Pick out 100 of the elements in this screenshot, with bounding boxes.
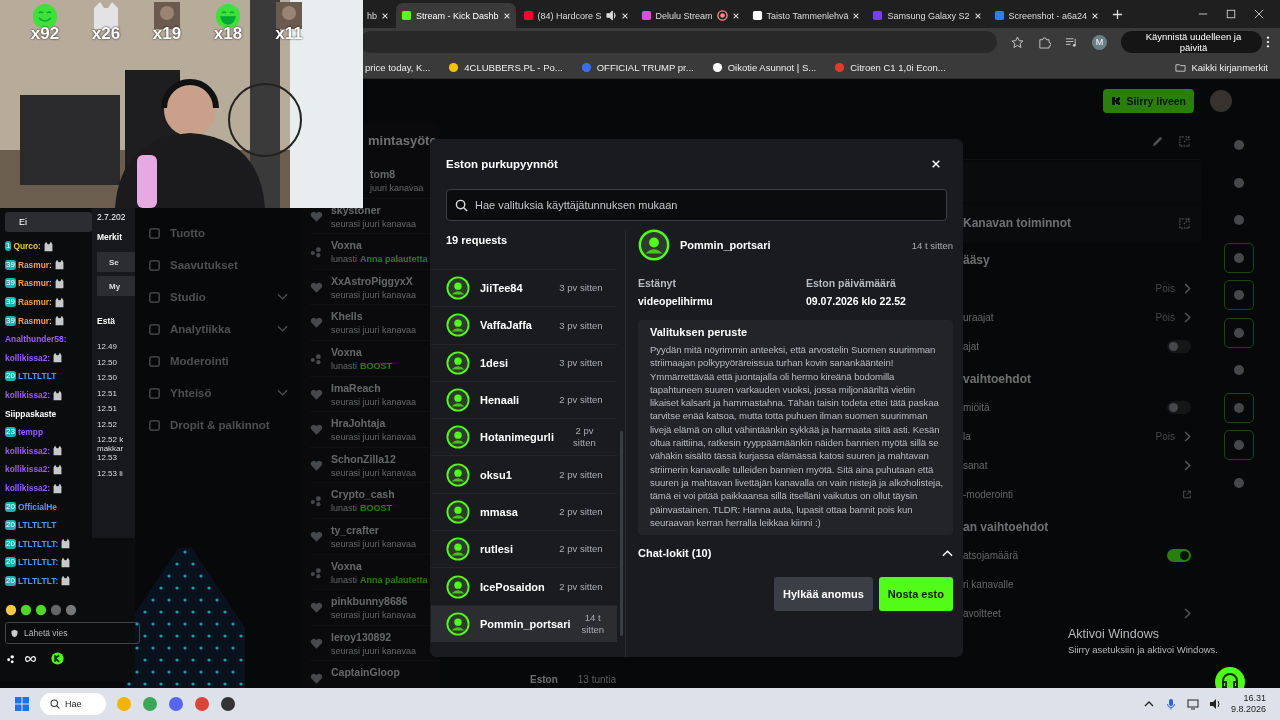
browser-tab[interactable]: Delulu Stream [635, 3, 745, 28]
emote-icon[interactable] [5, 604, 17, 617]
chevron-right-icon[interactable] [1183, 312, 1191, 323]
bookmark[interactable]: OFFICIAL TRUMP pr... [580, 61, 694, 73]
request-item[interactable]: Pommin_portsari 14 t sitten [431, 604, 617, 642]
close-icon[interactable] [731, 11, 740, 20]
popout-icon[interactable] [1178, 134, 1191, 148]
request-item[interactable]: oksu1 2 pv sitten [431, 455, 617, 493]
section-title: vaihtoehdot [963, 371, 1031, 386]
address-field[interactable] [360, 31, 998, 53]
close-icon[interactable] [381, 11, 389, 20]
close-icon[interactable] [973, 11, 982, 20]
chat-username: LTLTLTLT [17, 520, 57, 531]
microphone-icon[interactable] [1164, 698, 1177, 710]
favicon-icon [640, 10, 652, 21]
media-icon[interactable] [1065, 35, 1078, 49]
log-time: 12.53 [97, 453, 119, 464]
chevron-right-icon[interactable] [1183, 431, 1191, 442]
bookmark[interactable]: Citroen C1 1,0i Econ... [834, 61, 946, 73]
toggle-switch[interactable] [1167, 401, 1191, 414]
bookmark[interactable]: price today, K... [365, 61, 431, 73]
panel-button[interactable]: Se [97, 252, 135, 272]
request-item[interactable]: mmasa 2 pv sitten [431, 492, 617, 531]
badge: 20 [5, 371, 16, 382]
request-item[interactable]: 1desi 3 pv sitten [431, 343, 617, 381]
tool-icon[interactable] [1225, 393, 1253, 422]
start-icon[interactable] [14, 696, 30, 712]
infinity-icon[interactable] [24, 653, 37, 664]
taskbar-search[interactable]: Hae [40, 693, 106, 715]
notice-title: Aktivoi Windows [1068, 627, 1160, 641]
request-item[interactable]: Henaali 2 pv sitten [431, 380, 617, 419]
request-item[interactable]: IcePosaidon 2 pv sitten [431, 567, 617, 605]
browser-tab[interactable]: Stream - Kick Dashb [396, 3, 516, 28]
chat-logs-header[interactable]: Chat-lokit (10) [638, 547, 953, 560]
browser-tab[interactable]: Screenshot - a6a24 [988, 3, 1105, 28]
reject-button[interactable]: Hylkää anomus [774, 577, 873, 612]
tool-icon[interactable] [1225, 431, 1253, 459]
search-field[interactable]: Hae valituksia käyttäjätunnuksen mukaan [446, 189, 947, 221]
favicon-icon [751, 10, 763, 21]
maximize-icon[interactable] [1226, 9, 1236, 19]
close-icon[interactable] [1091, 11, 1100, 20]
favicon-icon [993, 10, 1005, 21]
chevron-right-icon[interactable] [1183, 283, 1191, 294]
network-icon[interactable] [1186, 698, 1199, 710]
close-icon[interactable] [1254, 9, 1264, 19]
tool-icon[interactable] [1225, 243, 1253, 272]
puzzle-icon[interactable] [1038, 35, 1051, 49]
reward-label: Anna palautetta [360, 574, 428, 585]
new-tab-icon[interactable] [1112, 8, 1124, 20]
logo-icon[interactable] [51, 652, 64, 666]
chat-username: Qurco: [13, 241, 41, 252]
menu-icon[interactable] [1266, 36, 1270, 48]
emote-icon[interactable] [20, 604, 32, 617]
toggle-switch[interactable] [1167, 549, 1191, 562]
update-button[interactable]: Käynnistä uudelleen ja päivitä [1120, 31, 1262, 53]
bookmark[interactable]: 4CLUBBERS.PL - Po... [448, 61, 563, 73]
request-item[interactable]: JiiTee84 3 pv sitten [431, 269, 617, 307]
chat-input[interactable]: Lähetä vies [5, 622, 140, 645]
toggle-switch[interactable] [1167, 340, 1191, 353]
bookmark[interactable]: Oikotie Asunnot | S... [711, 61, 817, 73]
badge: 39 [5, 315, 16, 326]
badge: 39 [5, 259, 16, 270]
username: Voxna [331, 559, 363, 572]
request-item[interactable]: VaffaJaffa 3 pv sitten [431, 306, 617, 344]
pencil-icon[interactable] [1151, 134, 1164, 148]
browser-tab[interactable]: Samsung Galaxy S2 [867, 3, 987, 28]
browser-tab[interactable]: hb [362, 3, 394, 28]
speaker-icon[interactable] [1208, 698, 1221, 710]
request-item[interactable]: Hotanimegurli 2 pv sitten [431, 418, 617, 456]
browser-tab[interactable]: (84) Hardcore S [517, 3, 634, 28]
request-item[interactable]: rutlesi 2 pv sitten [431, 530, 617, 568]
profile-avatar[interactable]: M [1091, 34, 1107, 50]
log-time: 12.49 [97, 342, 119, 353]
all-bookmarks-link[interactable]: Kaikki kirjanmerkit [1175, 61, 1268, 73]
dialog-title: Eston purkupyynnöt [446, 158, 558, 170]
close-icon[interactable] [852, 11, 861, 20]
panel-button[interactable]: My [97, 276, 135, 296]
chevron-right-icon[interactable] [1183, 460, 1191, 471]
setting-label: atsojamäärä [963, 550, 1019, 561]
filter-dropdown[interactable]: Ei [5, 212, 92, 232]
app-icon[interactable] [219, 696, 236, 712]
go-live-button[interactable]: Siirry liveen [1103, 89, 1194, 113]
close-icon[interactable] [502, 11, 511, 20]
chevron-right-icon[interactable] [1183, 608, 1191, 619]
external-link-icon[interactable] [1183, 489, 1191, 500]
tool-icon[interactable] [1225, 318, 1253, 347]
chat-username: LTLTLTLT: [17, 576, 59, 586]
clock[interactable]: 16.31 9.8.2026 [1230, 692, 1266, 716]
emote-icon[interactable] [35, 604, 47, 617]
popout-icon[interactable] [1178, 216, 1191, 230]
close-icon[interactable] [620, 11, 629, 20]
confirm-button[interactable]: Nosta esto [878, 577, 953, 612]
browser-tab[interactable]: Taisto Tammenlehvä [746, 3, 866, 28]
activity-text: seurasi juuri kanavaa [331, 432, 417, 443]
tool-icon[interactable] [1225, 281, 1253, 309]
nav-icon [148, 354, 161, 368]
star-icon[interactable] [1011, 35, 1025, 49]
heart-icon [310, 530, 323, 543]
field-value: videopelihirmu [638, 295, 714, 307]
heart-icon [310, 424, 323, 437]
